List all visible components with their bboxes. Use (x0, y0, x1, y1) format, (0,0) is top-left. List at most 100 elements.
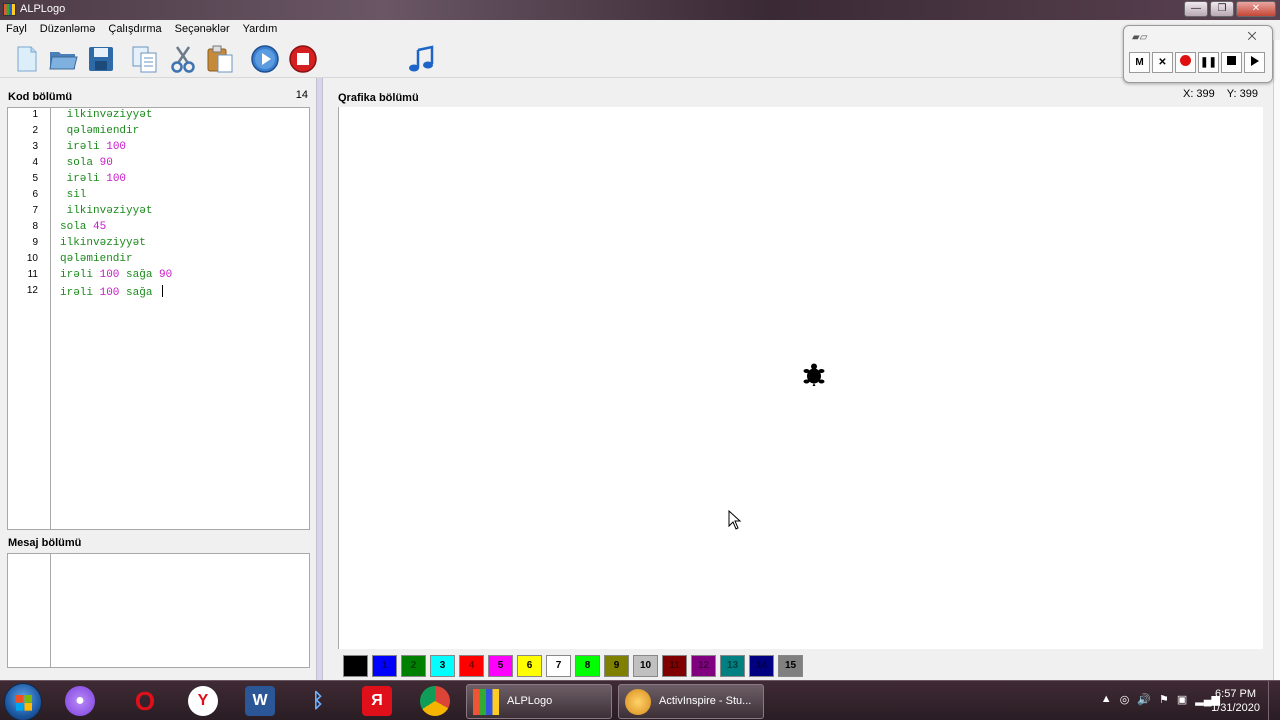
pause-button[interactable]: ❚❚ (1198, 52, 1219, 73)
code-text: ilkinvəziyyət (60, 205, 153, 217)
clock-date: 1/31/2020 (1211, 702, 1260, 714)
color-swatch[interactable]: 5 (488, 655, 513, 677)
code-text: ilkinvəziyyət (60, 109, 153, 121)
toolbar (0, 40, 1280, 78)
save-icon[interactable] (86, 44, 116, 74)
code-number: 100 (106, 141, 127, 153)
color-swatch[interactable]: 15 (778, 655, 803, 677)
code-line: 8 sola 45 (8, 220, 309, 236)
line-number: 11 (27, 269, 38, 280)
color-swatch[interactable]: 10 (633, 655, 658, 677)
color-swatch[interactable]: 12 (691, 655, 716, 677)
taskbar: ● O Y W ᛒ Я ALPLogo ActivInspire - Stu..… (0, 680, 1280, 720)
color-swatch[interactable]: 9 (604, 655, 629, 677)
paste-icon[interactable] (205, 44, 235, 74)
menu-file[interactable]: Fayl (6, 20, 34, 40)
run-icon[interactable] (250, 44, 280, 74)
color-swatch[interactable]: 1 (372, 655, 397, 677)
code-number: 90 (99, 157, 113, 169)
maximize-button[interactable]: ❐ (1210, 1, 1234, 17)
color-swatch[interactable]: 13 (720, 655, 745, 677)
color-swatch[interactable]: 14 (749, 655, 774, 677)
code-editor[interactable]: 1 ilkinvəziyyət 2 qələmiendir 3 irəli 100 4… (7, 107, 310, 530)
color-swatch[interactable]: 8 (575, 655, 600, 677)
clock[interactable]: 6:57 PM 1/31/2020 (1211, 687, 1260, 715)
copy-icon[interactable] (130, 44, 160, 74)
code-line: 2 qələmiendir (8, 124, 309, 140)
color-swatch[interactable]: 2 (401, 655, 426, 677)
activinspire-task-icon (625, 689, 651, 715)
code-text: irəli 100 (60, 141, 126, 153)
color-swatch[interactable]: 6 (517, 655, 542, 677)
code-text: irəli 100 (60, 173, 126, 185)
opera-icon[interactable]: O (130, 686, 160, 716)
color-swatch[interactable]: 4 (459, 655, 484, 677)
code-text: sola 45 (60, 221, 106, 233)
menu-help[interactable]: Yardım (243, 20, 285, 40)
recorder-m-button[interactable]: M (1129, 52, 1150, 73)
record-button[interactable] (1175, 52, 1196, 73)
line-number: 12 (26, 285, 38, 296)
start-button[interactable] (4, 683, 42, 720)
power-icon[interactable]: ▣ (1177, 693, 1187, 706)
show-desktop-button[interactable] (1268, 681, 1280, 720)
code-line: 6 sil (8, 188, 309, 204)
code-keyword: qələmiendir (60, 253, 133, 265)
show-hidden-icons-icon[interactable]: ▲ (1101, 693, 1112, 706)
window-scrollbar[interactable] (1273, 40, 1280, 680)
code-number: 45 (93, 221, 107, 233)
message-area[interactable] (7, 553, 310, 668)
bluetooth-icon[interactable]: ᛒ (303, 686, 333, 716)
color-swatch[interactable]: 7 (546, 655, 571, 677)
drawing-canvas[interactable] (338, 107, 1263, 649)
window-title-bar: ALPLogo — ❐ ✕ (0, 0, 1280, 20)
task-label: ALPLogo (507, 695, 553, 707)
taskbar-task-alplogo[interactable]: ALPLogo (466, 684, 612, 719)
code-text: sola 90 (60, 157, 113, 169)
code-number: 100 (106, 173, 127, 185)
menu-options[interactable]: Seçənəklər (175, 20, 237, 40)
code-keyword: sola (60, 221, 94, 233)
code-keyword: qələmiendir (66, 125, 140, 137)
new-file-icon[interactable] (12, 44, 42, 74)
code-line: 9 ilkinvəziyyət (8, 236, 309, 252)
task-label: ActivInspire - Stu... (659, 695, 752, 707)
menu-run[interactable]: Çalışdırma (108, 20, 168, 40)
minimize-button[interactable]: — (1184, 1, 1208, 17)
color-swatch[interactable]: 11 (662, 655, 687, 677)
yandex-icon[interactable]: Я (362, 686, 392, 716)
line-number: 8 (32, 221, 38, 232)
panel-splitter[interactable] (316, 78, 323, 680)
close-button[interactable]: ✕ (1236, 1, 1276, 17)
music-icon[interactable] (407, 44, 437, 74)
code-keyword: irəli (60, 269, 100, 281)
code-keyword: ilkinvəziyyət (66, 109, 153, 121)
menu-edit[interactable]: Düzənləmə (40, 20, 103, 40)
color-swatch[interactable]: 3 (430, 655, 455, 677)
line-number: 5 (32, 173, 38, 184)
volume-icon[interactable]: 🔊 (1137, 693, 1151, 706)
cut-icon[interactable] (168, 44, 198, 74)
stop-recording-button[interactable] (1221, 52, 1242, 73)
play-button[interactable] (1244, 52, 1265, 73)
taskbar-task-activinspire[interactable]: ActivInspire - Stu... (618, 684, 764, 719)
recorder-cancel-button[interactable]: ✕ (1152, 52, 1173, 73)
network-status-icon[interactable]: ◎ (1120, 693, 1130, 706)
yandex-browser-icon[interactable]: Y (188, 686, 218, 716)
word-icon[interactable]: W (245, 686, 275, 716)
code-text: ilkinvəziyyət (60, 237, 146, 249)
stop-icon[interactable] (288, 44, 318, 74)
action-center-flag-icon[interactable]: ⚑ (1159, 693, 1169, 706)
chrome-icon[interactable] (420, 686, 450, 716)
line-number: 10 (26, 253, 38, 264)
coordinates-readout: X: 399 Y: 399 (1183, 88, 1258, 100)
screen-recorder-widget: ▰▱ ⨉ M ✕ ❚❚ (1123, 25, 1273, 83)
open-folder-icon[interactable] (48, 44, 78, 74)
recorder-close-button[interactable]: ⨉ (1238, 31, 1266, 45)
color-swatch[interactable] (343, 655, 368, 677)
code-number: 100 (99, 269, 127, 281)
alice-assistant-icon[interactable]: ● (65, 686, 95, 716)
